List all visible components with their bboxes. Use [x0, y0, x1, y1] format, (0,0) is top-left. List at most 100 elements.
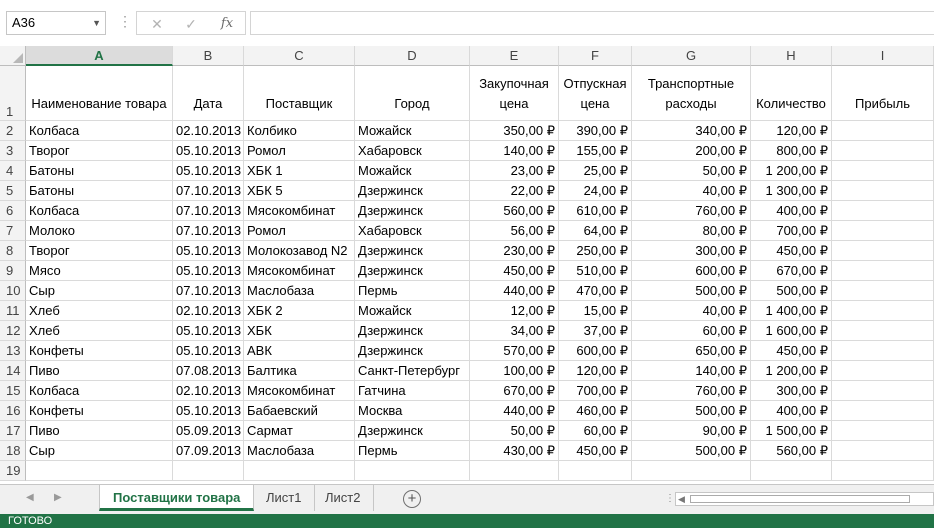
table-cell[interactable]: ХБК	[244, 321, 355, 341]
table-cell[interactable]: 600,00 ₽	[559, 341, 632, 361]
table-cell[interactable]: 12,00 ₽	[470, 301, 559, 321]
table-cell[interactable]: 120,00 ₽	[559, 361, 632, 381]
table-cell[interactable]: 230,00 ₽	[470, 241, 559, 261]
table-cell[interactable]: Колбаса	[26, 201, 173, 221]
table-cell[interactable]: 90,00 ₽	[632, 421, 751, 441]
table-cell[interactable]	[832, 281, 934, 301]
table-cell[interactable]: Санкт-Петербург	[355, 361, 470, 381]
table-cell[interactable]: 450,00 ₽	[559, 441, 632, 461]
header-cell[interactable]: Закупочная цена	[470, 66, 559, 121]
table-cell[interactable]: Дзержинск	[355, 341, 470, 361]
table-cell[interactable]: 500,00 ₽	[632, 401, 751, 421]
table-cell[interactable]: Дзержинск	[355, 321, 470, 341]
table-cell[interactable]: Можайск	[355, 301, 470, 321]
table-cell[interactable]: Хабаровск	[355, 221, 470, 241]
horizontal-scrollbar[interactable]: ◀	[675, 492, 934, 506]
table-cell[interactable]: 1 300,00 ₽	[751, 181, 832, 201]
table-cell[interactable]: Молоко	[26, 221, 173, 241]
table-cell[interactable]: Дзержинск	[355, 201, 470, 221]
table-cell[interactable]	[832, 201, 934, 221]
row-header[interactable]: 14	[0, 361, 26, 381]
table-cell[interactable]: 07.10.2013	[173, 221, 244, 241]
table-cell[interactable]: 23,00 ₽	[470, 161, 559, 181]
table-cell[interactable]: 15,00 ₽	[559, 301, 632, 321]
table-cell[interactable]: 05.10.2013	[173, 241, 244, 261]
table-cell[interactable]	[832, 341, 934, 361]
table-cell[interactable]: Сыр	[26, 281, 173, 301]
table-cell[interactable]: 100,00 ₽	[470, 361, 559, 381]
tab-list1[interactable]: Лист1	[253, 485, 316, 511]
table-cell[interactable]: 07.09.2013	[173, 441, 244, 461]
table-cell[interactable]: Мясокомбинат	[244, 261, 355, 281]
table-cell[interactable]: 560,00 ₽	[751, 441, 832, 461]
header-cell[interactable]: Город	[355, 66, 470, 121]
row-header[interactable]: 4	[0, 161, 26, 181]
table-cell[interactable]	[832, 401, 934, 421]
table-cell[interactable]: Пиво	[26, 421, 173, 441]
table-cell[interactable]: Творог	[26, 141, 173, 161]
table-cell[interactable]: 60,00 ₽	[559, 421, 632, 441]
table-cell[interactable]: Ромол	[244, 221, 355, 241]
table-cell[interactable]: 05.10.2013	[173, 341, 244, 361]
table-cell[interactable]: 430,00 ₽	[470, 441, 559, 461]
table-cell[interactable]: Дзержинск	[355, 181, 470, 201]
table-cell[interactable]	[832, 381, 934, 401]
table-cell[interactable]	[832, 241, 934, 261]
table-cell[interactable]: 02.10.2013	[173, 301, 244, 321]
table-cell[interactable]: 1 400,00 ₽	[751, 301, 832, 321]
table-cell[interactable]: Маслобаза	[244, 441, 355, 461]
table-cell[interactable]: Хлеб	[26, 301, 173, 321]
table-cell[interactable]: ХБК 5	[244, 181, 355, 201]
table-cell[interactable]	[26, 461, 173, 481]
table-cell[interactable]: 05.10.2013	[173, 141, 244, 161]
table-cell[interactable]	[832, 361, 934, 381]
table-cell[interactable]: Дзержинск	[355, 421, 470, 441]
table-cell[interactable]: 250,00 ₽	[559, 241, 632, 261]
table-cell[interactable]: ХБК 1	[244, 161, 355, 181]
table-cell[interactable]: 22,00 ₽	[470, 181, 559, 201]
table-cell[interactable]: Бабаевский	[244, 401, 355, 421]
table-cell[interactable]: Можайск	[355, 161, 470, 181]
table-cell[interactable]: 400,00 ₽	[751, 201, 832, 221]
select-all-corner[interactable]	[0, 46, 26, 66]
table-cell[interactable]: Колбаса	[26, 121, 173, 141]
table-cell[interactable]: 1 500,00 ₽	[751, 421, 832, 441]
table-cell[interactable]: 300,00 ₽	[632, 241, 751, 261]
cancel-icon[interactable]: ✕	[145, 14, 169, 34]
table-cell[interactable]: 450,00 ₽	[751, 241, 832, 261]
table-cell[interactable]: 1 200,00 ₽	[751, 361, 832, 381]
table-cell[interactable]: 800,00 ₽	[751, 141, 832, 161]
row-header[interactable]: 13	[0, 341, 26, 361]
table-cell[interactable]	[832, 141, 934, 161]
table-cell[interactable]: 34,00 ₽	[470, 321, 559, 341]
column-header-e[interactable]: E	[470, 46, 559, 66]
table-cell[interactable]: 560,00 ₽	[470, 201, 559, 221]
table-cell[interactable]: Мясо	[26, 261, 173, 281]
table-cell[interactable]: 120,00 ₽	[751, 121, 832, 141]
table-cell[interactable]: 50,00 ₽	[470, 421, 559, 441]
table-cell[interactable]: Творог	[26, 241, 173, 261]
header-cell[interactable]: Дата	[173, 66, 244, 121]
table-cell[interactable]: 700,00 ₽	[751, 221, 832, 241]
table-cell[interactable]: 400,00 ₽	[751, 401, 832, 421]
table-cell[interactable]: 05.09.2013	[173, 421, 244, 441]
table-cell[interactable]: Гатчина	[355, 381, 470, 401]
table-cell[interactable]: 80,00 ₽	[632, 221, 751, 241]
table-cell[interactable]: Ромол	[244, 141, 355, 161]
table-cell[interactable]: 60,00 ₽	[632, 321, 751, 341]
table-cell[interactable]: 05.10.2013	[173, 401, 244, 421]
scroll-left-icon[interactable]: ◀	[678, 493, 685, 505]
formula-input[interactable]	[250, 11, 934, 35]
name-box[interactable]: A36 ▼	[6, 11, 106, 35]
insert-function-icon[interactable]: fx	[215, 14, 239, 34]
column-header-f[interactable]: F	[559, 46, 632, 66]
table-cell[interactable]: 450,00 ₽	[751, 341, 832, 361]
table-cell[interactable]	[470, 461, 559, 481]
table-cell[interactable]: 07.10.2013	[173, 181, 244, 201]
table-cell[interactable]: 50,00 ₽	[632, 161, 751, 181]
table-cell[interactable]: Колбико	[244, 121, 355, 141]
table-cell[interactable]: 37,00 ₽	[559, 321, 632, 341]
table-cell[interactable]	[832, 421, 934, 441]
table-cell[interactable]: 02.10.2013	[173, 121, 244, 141]
table-cell[interactable]: 40,00 ₽	[632, 181, 751, 201]
